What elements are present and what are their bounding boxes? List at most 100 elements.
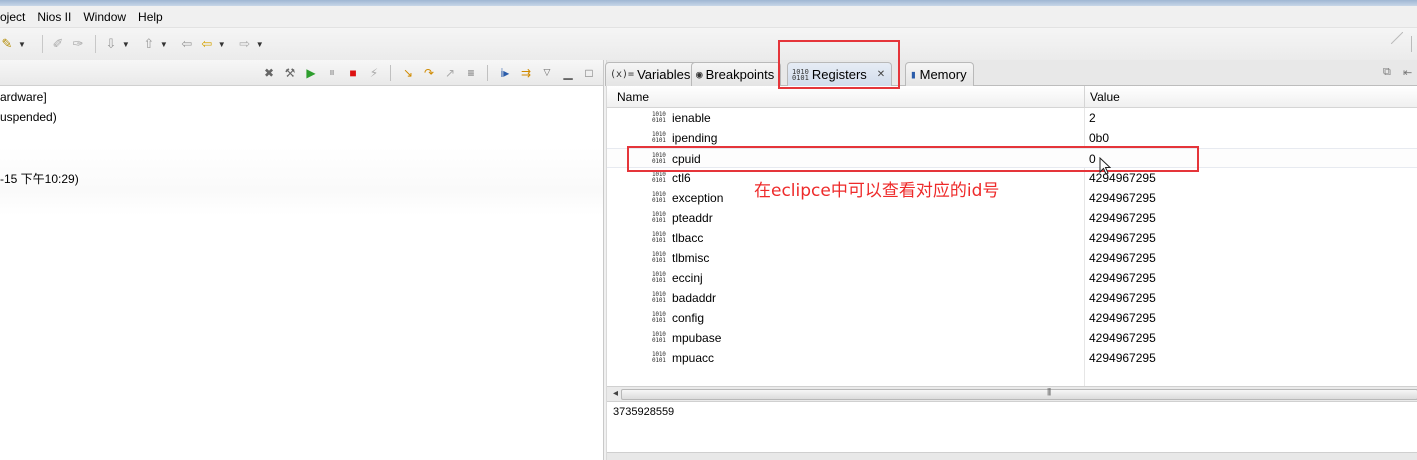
menu-help[interactable]: Help — [132, 10, 169, 24]
memory-icon: ▮ — [910, 68, 917, 81]
table-row[interactable]: 1010 0101 config 4294967295 — [607, 308, 1417, 328]
table-row[interactable]: 1010 0101 exception 4294967295 — [607, 188, 1417, 208]
table-row[interactable]: 1010 0101 eccinj 4294967295 — [607, 268, 1417, 288]
tab-label: Breakpoints — [705, 67, 775, 82]
register-value[interactable]: 4294967295 — [1089, 291, 1156, 305]
register-value[interactable]: 4294967295 — [1089, 251, 1156, 265]
table-header: Name Value — [607, 86, 1417, 108]
scrollbar-thumb[interactable] — [621, 389, 1417, 400]
back-icon[interactable]: ⇦ — [198, 35, 216, 53]
menu-window[interactable]: Window — [77, 10, 132, 24]
suspend-icon[interactable]: ⏸ — [324, 65, 340, 81]
menu-bar: roject Nios II Window Help — [0, 6, 1417, 28]
table-row[interactable]: 1010 0101 ienable 2 — [607, 108, 1417, 128]
column-header-value[interactable]: Value — [1090, 90, 1120, 104]
variables-icon: (x)= — [610, 68, 635, 80]
table-row[interactable]: 1010 0101 pteaddr 4294967295 — [607, 208, 1417, 228]
horizontal-scrollbar[interactable]: ◂ ||| — [607, 386, 1417, 402]
instruction-stepping-icon[interactable]: i▸ — [497, 65, 513, 81]
prev-annotation-icon[interactable]: ⇧ — [140, 35, 158, 53]
step-return-icon[interactable]: ↗ — [442, 65, 458, 81]
chevron-down-icon[interactable]: ▼ — [256, 40, 264, 49]
register-value[interactable]: 4294967295 — [1089, 231, 1156, 245]
chevron-down-icon[interactable]: ▼ — [18, 40, 26, 49]
table-row[interactable]: 1010 0101 mpubase 4294967295 — [607, 328, 1417, 348]
register-value[interactable]: 4294967295 — [1089, 311, 1156, 325]
register-icon: 1010 0101 — [652, 271, 666, 284]
menu-nios-ii[interactable]: Nios II — [31, 10, 77, 24]
collapse-all-icon[interactable]: ⇤ — [1403, 66, 1417, 80]
register-name: pteaddr — [672, 211, 713, 225]
forward-icon[interactable]: ⇨ — [236, 35, 254, 53]
remove-launches-icon[interactable]: ✖ — [261, 65, 277, 81]
register-value[interactable]: 4294967295 — [1089, 271, 1156, 285]
registers-tab-highlight — [778, 40, 900, 89]
register-name: ienable — [672, 111, 711, 125]
column-divider[interactable] — [1084, 86, 1085, 108]
debug-tree-item[interactable]: ardware] — [0, 90, 47, 104]
minimize-icon[interactable]: ▁ — [560, 65, 576, 81]
step-over-icon[interactable]: ↷ — [421, 65, 437, 81]
resume-icon[interactable]: ▶ — [303, 65, 319, 81]
tab-breakpoints[interactable]: ◉ Breakpoints — [691, 62, 782, 86]
last-edit-icon[interactable]: ⇦ — [178, 35, 196, 53]
register-name: config — [672, 311, 705, 325]
scrollbar-grip-icon: ||| — [1047, 387, 1051, 396]
annotation-text: 在eclipce中可以查看对应的id号 — [754, 181, 1000, 201]
table-row[interactable]: 1010 0101 badaddr 4294967295 — [607, 288, 1417, 308]
tab-memory[interactable]: ▮ Memory — [905, 62, 974, 86]
register-icon: 1010 0101 — [652, 311, 666, 324]
register-value[interactable]: 0b0 — [1089, 131, 1109, 145]
view-menu-icon[interactable]: ▽ — [539, 65, 555, 81]
step-into-icon[interactable]: ↘ — [400, 65, 416, 81]
next-annotation-icon[interactable]: ⇩ — [102, 35, 120, 53]
debug-config-icon[interactable]: ✎ — [0, 35, 16, 53]
table-row[interactable]: 1010 0101 tlbmisc 4294967295 — [607, 248, 1417, 268]
use-step-filters-icon[interactable]: ⇉ — [518, 65, 534, 81]
register-name: badaddr — [672, 291, 717, 305]
debug-tree-item[interactable]: -15 下午10:29) — [0, 170, 79, 187]
scroll-left-icon[interactable]: ◂ — [613, 388, 618, 399]
register-name: mpubase — [672, 331, 722, 345]
bottom-scrollbar — [607, 452, 1417, 460]
disconnect-icon[interactable]: ⚡ — [366, 65, 382, 81]
drop-to-frame-icon[interactable]: ≡ — [463, 65, 479, 81]
register-icon: 1010 0101 — [652, 331, 666, 344]
toolbar-separator — [390, 64, 391, 81]
chevron-down-icon[interactable]: ▼ — [218, 40, 226, 49]
brush-icon[interactable]: ✑ — [69, 35, 87, 53]
register-icon: 1010 0101 — [652, 211, 666, 224]
register-value[interactable]: 4294967295 — [1089, 211, 1156, 225]
chevron-down-icon[interactable]: ▼ — [122, 40, 130, 49]
toolbar-separator — [41, 35, 43, 53]
table-row[interactable]: 1010 0101 mpuacc 4294967295 — [607, 348, 1417, 368]
terminate-icon[interactable]: ■ — [345, 65, 361, 81]
view-tab-bar: (x)= Variables ◉ Breakpoints 1010 0101 Re… — [605, 60, 1417, 86]
table-row[interactable]: 1010 0101 ipending 0b0 — [607, 128, 1417, 148]
register-name: tlbmisc — [672, 251, 710, 265]
register-icon: 1010 0101 — [652, 251, 666, 264]
debug-tree-item[interactable]: uspended) — [0, 110, 57, 124]
register-name: mpuacc — [672, 351, 715, 365]
connect-icon[interactable]: ⚒ — [282, 65, 298, 81]
menu-project[interactable]: roject — [0, 10, 31, 24]
layout-icon[interactable]: ⧉ — [1383, 66, 1397, 80]
register-name: exception — [672, 191, 724, 205]
maximize-icon[interactable]: □ — [581, 65, 597, 81]
chevron-down-icon[interactable]: ▼ — [160, 40, 168, 49]
pen-icon[interactable]: ✐ — [49, 35, 67, 53]
register-name: ctl6 — [672, 171, 691, 185]
toolbar-grip[interactable] — [1411, 36, 1417, 52]
column-header-name[interactable]: Name — [617, 90, 649, 104]
main-toolbar: ✎ ▼ ✐ ✑ ⇩ ▼ ⇧ ▼ ⇦ ⇦ ▼ ⇨ ▼ — [0, 28, 1417, 60]
detail-value: 3735928559 — [613, 406, 675, 418]
table-row[interactable]: 1010 0101 tlbacc 4294967295 — [607, 228, 1417, 248]
register-value[interactable]: 4294967295 — [1089, 191, 1156, 205]
toolbar-separator — [487, 64, 488, 81]
register-value[interactable]: 2 — [1089, 111, 1096, 125]
register-icon: 1010 0101 — [652, 171, 666, 184]
tab-variables[interactable]: (x)= Variables — [605, 62, 698, 86]
register-value[interactable]: 4294967295 — [1089, 331, 1156, 345]
register-name: ipending — [672, 131, 718, 145]
register-value[interactable]: 4294967295 — [1089, 351, 1156, 365]
